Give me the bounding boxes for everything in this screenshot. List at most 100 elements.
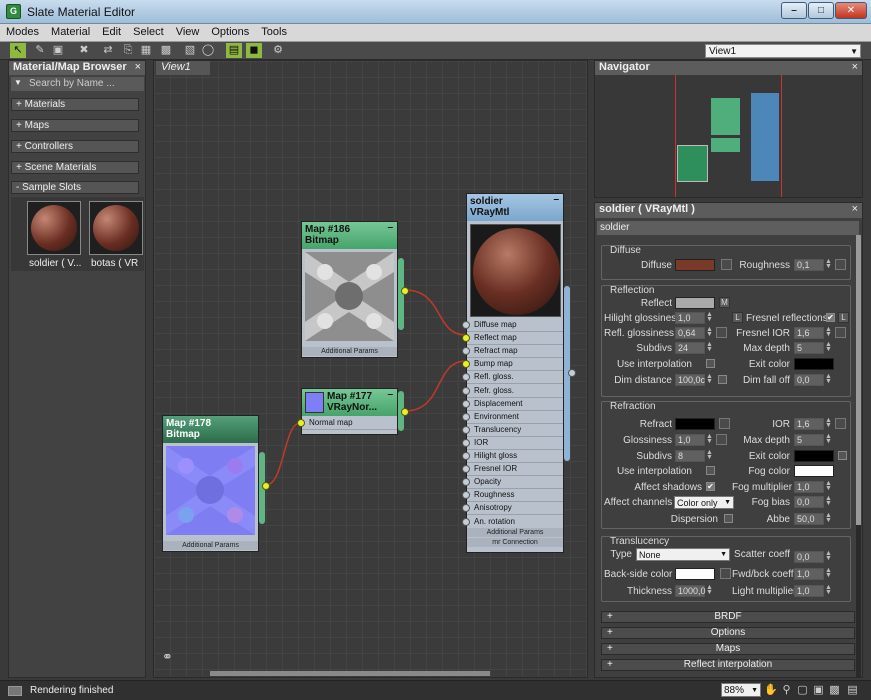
input-socket[interactable] [297,419,305,427]
rollout-scene-materials[interactable]: + Scene Materials [11,161,139,174]
sample-slot-soldier[interactable] [27,201,81,255]
node-slot-reflect-map[interactable]: Reflect map [462,332,563,346]
menu-options[interactable]: Options [205,24,255,38]
layout-all-icon[interactable]: ▦ [138,43,154,58]
fog-multiplier-spinner[interactable]: ▲ ▼ [825,480,832,493]
close-icon[interactable]: × [135,61,141,74]
input-socket[interactable] [462,452,470,460]
node-map-186[interactable]: Map #186 Bitmap – Additional Params [301,221,409,358]
close-icon[interactable]: × [852,61,858,74]
select-tool-icon[interactable]: ↖ [10,43,26,58]
scatter-coeff-input[interactable]: 0,0 [794,551,824,563]
material-id-icon[interactable]: ⚙ [270,43,286,58]
hilight-gloss-spinner[interactable]: ▲ ▼ [706,311,713,324]
rollout-reflect-interpolation[interactable]: + Reflect interpolation [601,659,855,671]
refl-exit-color-swatch[interactable] [794,358,834,370]
refl-max-depth-spinner[interactable]: ▲ ▼ [825,341,832,354]
refl-gloss-map-button[interactable] [716,327,727,338]
refr-exit-color-checkbox[interactable] [838,451,847,460]
refr-gloss-map-button[interactable] [716,434,727,445]
node-footer-mr-connection[interactable]: mr Connection [467,538,563,547]
refl-subdivs-input[interactable]: 24 [675,342,705,354]
reflect-map-m-button[interactable]: M [719,297,730,308]
abbe-spinner[interactable]: ▲ ▼ [825,512,832,525]
fog-color-swatch[interactable] [794,465,834,477]
menu-view[interactable]: View [170,24,206,38]
node-header[interactable]: Map #178 Bitmap [163,416,258,443]
maximize-view-icon[interactable]: ▤ [846,684,859,697]
wire-bitmap-to-normal[interactable] [265,422,301,486]
roughness-map-button[interactable] [835,259,846,270]
node-view[interactable]: View1 Map #186 Bitmap – Additional Params … [153,60,588,678]
hierarchy-icon[interactable]: ▧ [182,43,198,58]
move-children-icon[interactable]: ⇄ [100,43,116,58]
menu-edit[interactable]: Edit [96,24,127,38]
collapse-icon[interactable]: – [387,389,393,400]
minimize-button[interactable]: – [781,2,807,19]
node-slot-environment[interactable]: Environment [462,411,563,424]
translucency-type-dropdown[interactable]: None ▼ [636,548,730,561]
node-slot-refract-map[interactable]: Refract map [462,345,563,359]
refr-subdivs-input[interactable]: 8 [675,450,705,462]
rollout-maps[interactable]: + Maps [11,119,139,132]
material-name-field[interactable]: soldier [597,221,859,235]
node-slot-refr-gloss[interactable]: Refr. gloss. [462,385,563,398]
node-output-socket[interactable] [262,482,270,490]
hilight-lock-button[interactable]: L [732,312,743,323]
ior-spinner[interactable]: ▲ ▼ [825,417,832,430]
search-input[interactable]: Search by Name ... [29,78,115,89]
zoom-extents-selected-icon[interactable]: ▩ [828,684,841,697]
properties-scrollbar[interactable] [856,235,861,677]
node-slot-opacity[interactable]: Opacity [462,476,563,490]
fog-bias-spinner[interactable]: ▲ ▼ [825,495,832,508]
pan-hand-icon[interactable]: ✋ [764,684,778,697]
refr-gloss-input[interactable]: 1,0 [675,434,705,446]
scatter-coeff-spinner[interactable]: ▲ ▼ [825,550,832,563]
refl-use-interp-checkbox[interactable] [706,359,715,368]
node-map-177[interactable]: Map #177 VRayNor... – Normal map [297,388,409,435]
fresnel-lock-button[interactable]: L [838,312,849,323]
input-socket[interactable] [462,517,470,526]
fog-multiplier-input[interactable]: 1,0 [794,481,824,493]
layout-children-icon[interactable]: ▩ [158,43,174,58]
fwd-bck-coeff-input[interactable]: 1,0 [794,568,824,580]
horizontal-scrollbar[interactable] [210,671,490,676]
close-icon[interactable]: × [852,203,858,216]
menu-modes[interactable]: Modes [0,24,45,38]
menu-select[interactable]: Select [127,24,170,38]
navigator-panel[interactable]: Navigator × [594,60,863,198]
node-slot-fresnel-ior[interactable]: Fresnel IOR [462,463,563,477]
refr-subdivs-spinner[interactable]: ▲ ▼ [706,449,713,462]
refract-color-swatch[interactable] [675,418,715,430]
menu-tools[interactable]: Tools [255,24,293,38]
node-slot-refl-gloss[interactable]: Refl. gloss. [462,371,563,385]
node-slot-roughness[interactable]: Roughness [462,489,563,503]
sample-slot-botas[interactable] [89,201,143,255]
view-selector[interactable]: View1 ▼ [705,44,861,58]
zoom-level-dropdown[interactable]: 88% ▼ [721,683,761,697]
fresnel-reflections-checkbox[interactable]: ✔ [826,313,835,322]
roughness-spinner[interactable]: ▲ ▼ [825,258,832,271]
refl-max-depth-input[interactable]: 5 [794,342,824,354]
close-button[interactable]: ✕ [835,2,867,19]
affect-shadows-checkbox[interactable]: ✔ [706,482,715,491]
refr-gloss-spinner[interactable]: ▲ ▼ [706,433,713,446]
input-socket[interactable] [462,438,470,447]
input-socket[interactable] [462,504,470,513]
node-slot-ior[interactable]: IOR [462,437,563,450]
node-output-socket[interactable] [401,408,409,416]
input-socket[interactable] [462,465,470,474]
show-end-result-icon[interactable]: ◼ [246,43,262,58]
node-slot-anisotropy[interactable]: Anisotropy [462,502,563,516]
input-socket[interactable] [462,386,470,395]
node-header[interactable]: soldier VRayMtl – [467,194,563,221]
input-socket[interactable] [462,334,470,343]
node-slot-bump-map[interactable]: Bump map [462,358,563,372]
node-soldier-vraymtl[interactable]: soldier VRayMtl – Diffuse map Reflect map Re… [462,193,576,553]
input-socket[interactable] [462,478,470,487]
light-multiplier-spinner[interactable]: ▲ ▼ [825,584,832,597]
rollout-sample-slots[interactable]: - Sample Slots [11,181,139,194]
show-map-in-viewport-icon[interactable]: ▤ [226,43,242,58]
zoom-icon[interactable]: ⚲ [780,684,793,697]
light-multiplier-input[interactable]: 1,0 [794,585,824,597]
